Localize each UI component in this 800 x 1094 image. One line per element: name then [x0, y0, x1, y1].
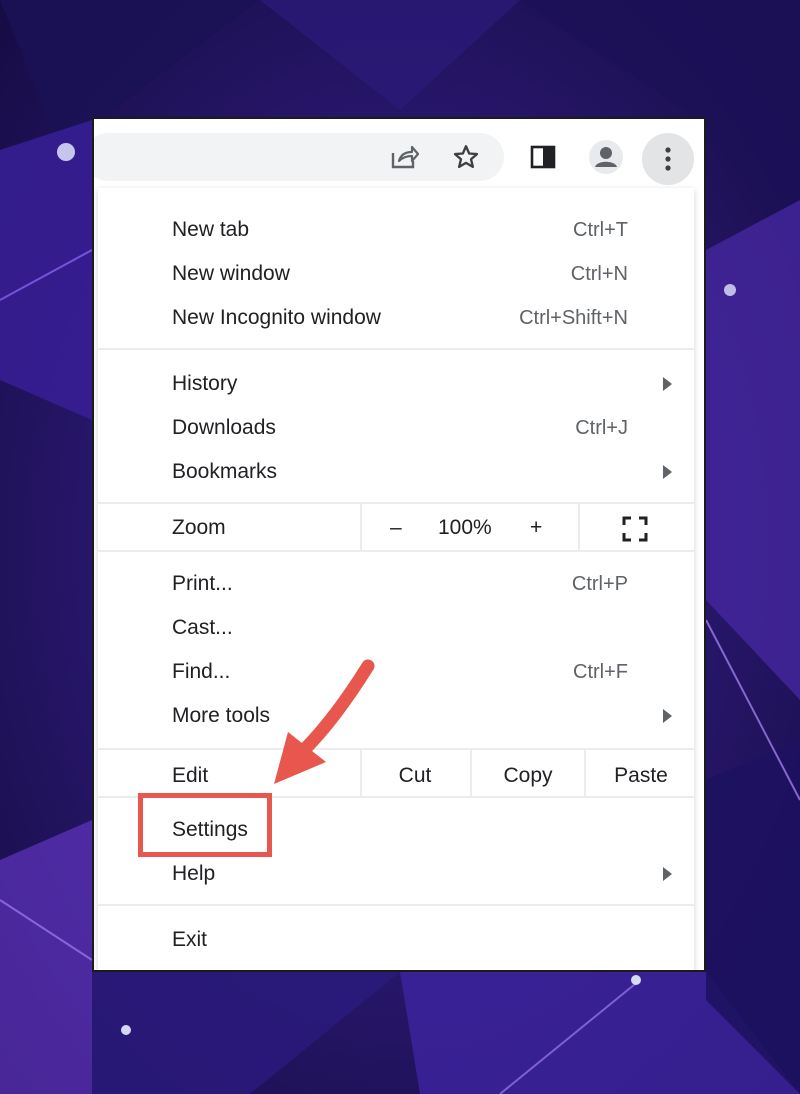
zoom-divider [578, 504, 580, 550]
submenu-arrow-icon [663, 709, 672, 723]
submenu-arrow-icon [663, 867, 672, 881]
menu-divider [98, 348, 694, 350]
paste-button[interactable]: Paste [586, 764, 696, 788]
menu-item-shortcut: Ctrl+F [573, 660, 628, 683]
edit-label: Edit [172, 764, 209, 787]
menu-divider [98, 904, 694, 906]
profile-icon[interactable] [586, 137, 626, 177]
menu-item-bookmarks[interactable]: Bookmarks [98, 450, 694, 494]
menu-item-label: Help [172, 862, 216, 885]
menu-item-shortcut: Ctrl+Shift+N [519, 306, 628, 329]
menu-item-label: Print... [172, 572, 233, 595]
menu-item-label: Bookmarks [172, 460, 278, 483]
menu-divider [98, 502, 694, 504]
menu-item-label: Downloads [172, 416, 276, 439]
menu-item-label: History [172, 372, 238, 395]
menu-item-more-tools[interactable]: More tools [98, 694, 694, 738]
share-icon[interactable] [384, 137, 424, 177]
menu-item-shortcut: Ctrl+P [571, 572, 628, 595]
menu-item-shortcut: Ctrl+J [575, 416, 628, 439]
menu-item-label: New Incognito window [172, 306, 381, 329]
side-panel-icon[interactable] [523, 137, 563, 177]
kebab-menu-icon[interactable] [642, 133, 694, 185]
menu-item-help[interactable]: Help [98, 852, 694, 896]
menu-item-label: New window [172, 262, 290, 285]
fullscreen-icon[interactable] [622, 516, 648, 547]
zoom-divider [360, 504, 362, 550]
menu-item-label: More tools [172, 704, 271, 727]
zoom-out-button[interactable]: – [390, 516, 402, 540]
menu-item-print[interactable]: Print... Ctrl+P [98, 562, 694, 606]
menu-item-label: Exit [172, 928, 208, 951]
menu-item-shortcut: Ctrl+N [570, 262, 628, 285]
settings-highlight-box [138, 793, 272, 857]
menu-item-label: Cast... [172, 616, 233, 639]
zoom-level: 100% [438, 516, 492, 539]
star-icon[interactable] [446, 137, 486, 177]
menu-item-label: Find... [172, 660, 231, 683]
zoom-label: Zoom [172, 516, 226, 539]
copy-button[interactable]: Copy [472, 764, 584, 788]
annotation-arrow-icon [274, 659, 375, 784]
address-bar[interactable] [94, 133, 504, 181]
menu-item-label: New tab [172, 218, 250, 241]
menu-divider [98, 550, 694, 552]
zoom-in-button[interactable]: + [530, 516, 542, 540]
menu-item-new-window[interactable]: New window Ctrl+N [98, 252, 694, 296]
submenu-arrow-icon [663, 465, 672, 479]
menu-item-cast[interactable]: Cast... [98, 606, 694, 650]
menu-item-find[interactable]: Find... Ctrl+F [98, 650, 694, 694]
menu-item-new-incognito-window[interactable]: New Incognito window Ctrl+Shift+N [98, 296, 694, 340]
menu-item-history[interactable]: History [98, 362, 694, 406]
menu-divider [98, 748, 694, 750]
menu-item-exit[interactable]: Exit [98, 918, 694, 962]
menu-item-downloads[interactable]: Downloads Ctrl+J [98, 406, 694, 450]
submenu-arrow-icon [663, 377, 672, 391]
menu-item-shortcut: Ctrl+T [573, 218, 628, 241]
menu-item-new-tab[interactable]: New tab Ctrl+T [98, 208, 694, 252]
browser-toolbar [94, 119, 704, 189]
